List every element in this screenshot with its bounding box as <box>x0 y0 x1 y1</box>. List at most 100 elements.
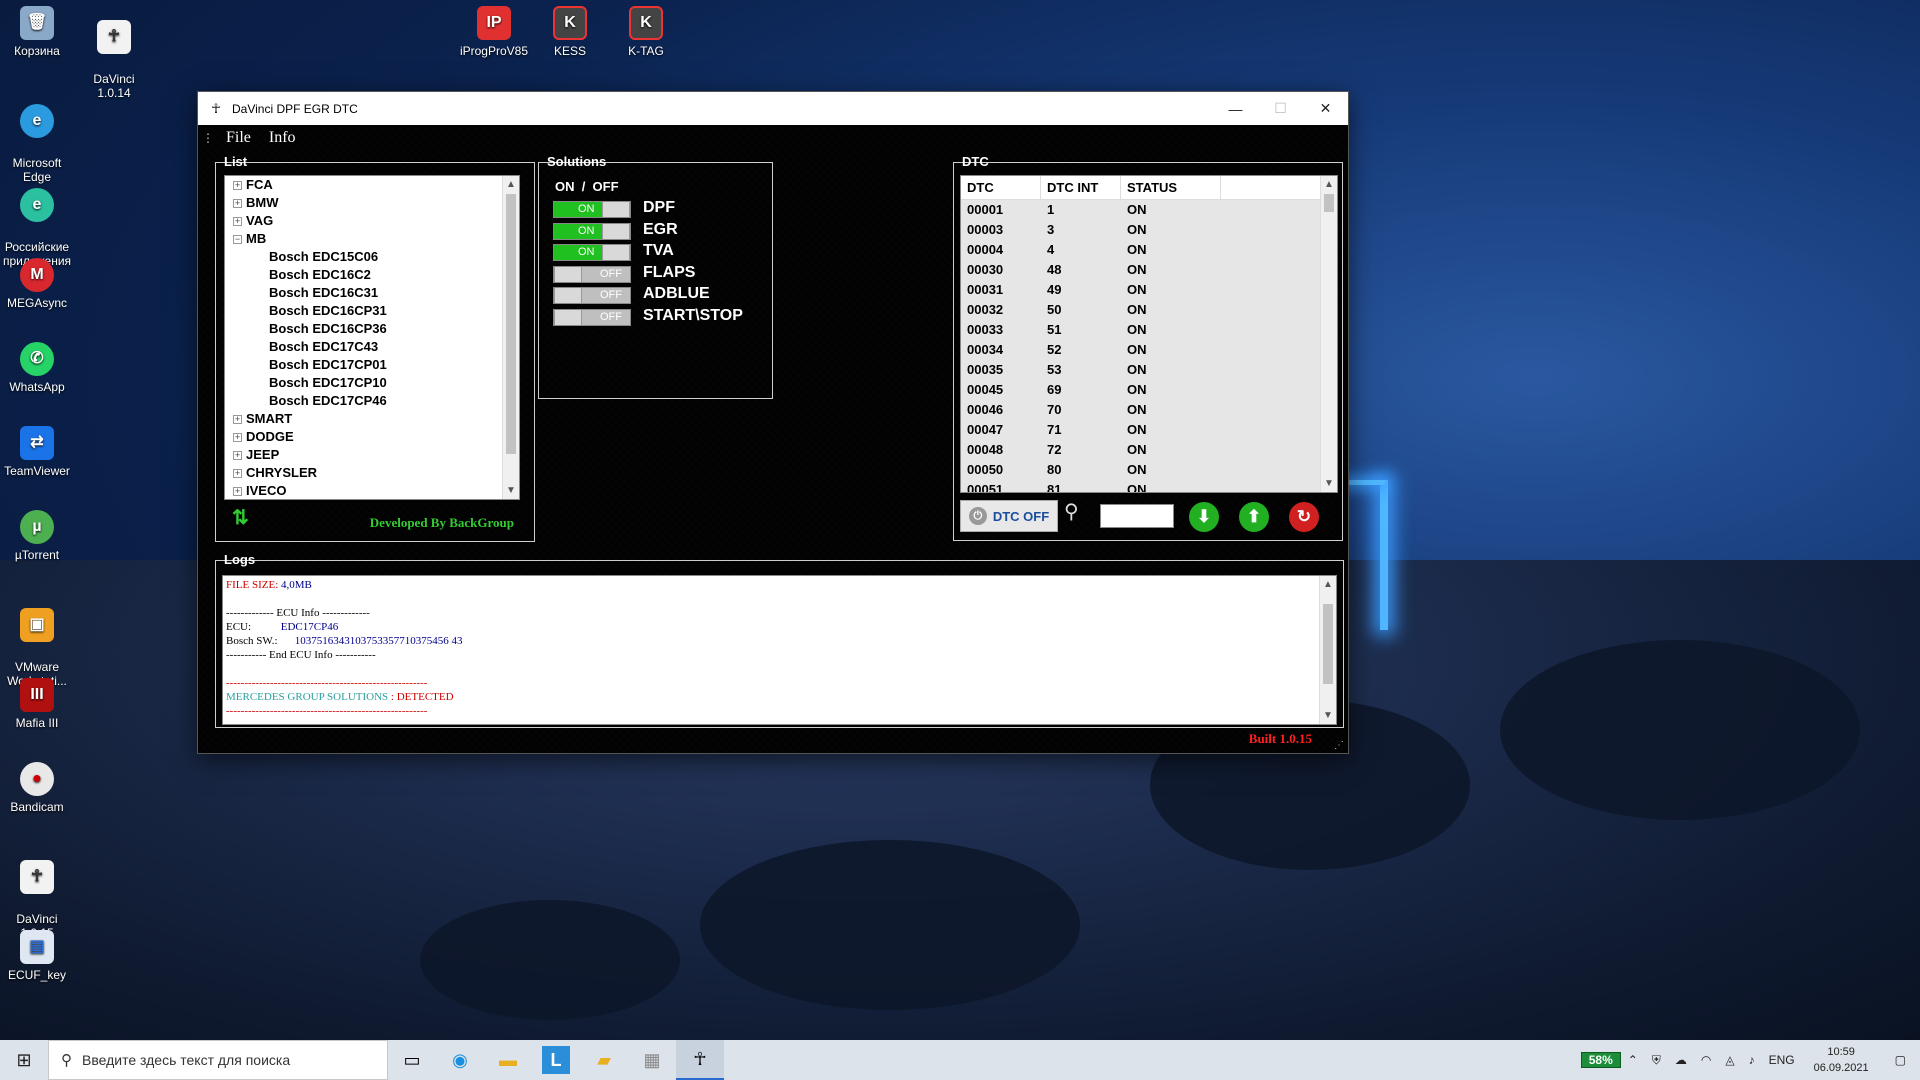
table-row[interactable]: 00034 52 ON <box>961 340 1337 360</box>
launcher-l-icon[interactable]: L <box>542 1046 570 1074</box>
title-bar[interactable]: ☥ DaVinci DPF EGR DTC — ☐ ✕ <box>198 92 1348 125</box>
desktop-icon-ecuf-key[interactable]: ▤ ECUF_key <box>0 930 79 982</box>
table-row[interactable]: 00045 69 ON <box>961 380 1337 400</box>
desktop-icon-davinci-1014[interactable]: ☥ DaVinci 1.0.14 <box>72 6 156 114</box>
logs-panel[interactable]: FILE SIZE: 4,0MB ------------- ECU Info … <box>222 575 1337 725</box>
scroll-thumb[interactable] <box>1323 604 1333 684</box>
battery-indicator[interactable]: 58% <box>1580 1052 1621 1068</box>
tree-item-brand[interactable]: + FCA <box>225 176 519 194</box>
expand-icon[interactable]: + <box>233 217 242 227</box>
table-row[interactable]: 00032 50 ON <box>961 300 1337 320</box>
expand-icon[interactable]: + <box>233 433 242 443</box>
desktop-icon-whatsapp[interactable]: ✆ WhatsApp <box>0 342 79 394</box>
tree-item-brand[interactable]: + JEEP <box>225 446 519 464</box>
expand-icon[interactable]: + <box>233 415 242 425</box>
col-status[interactable]: STATUS <box>1121 176 1221 199</box>
dtc-scrollbar[interactable]: ▲ ▼ <box>1320 176 1337 492</box>
expand-icon[interactable]: + <box>233 181 242 191</box>
tree-item-ecu[interactable]: Bosch EDC17CP46 <box>225 392 519 410</box>
desktop-icon-utorrent[interactable]: µ µTorrent <box>0 510 79 562</box>
tree-item-brand[interactable]: + BMW <box>225 194 519 212</box>
tree-item-brand[interactable]: + DODGE <box>225 428 519 446</box>
scroll-down-icon[interactable]: ▼ <box>1321 475 1337 492</box>
ecu-tree[interactable]: + FCA + BMW + VAG − MB Bosch EDC15C06 Bosch EDC16… <box>224 175 520 500</box>
col-dtc-int[interactable]: DTC INT <box>1041 176 1121 199</box>
table-row[interactable]: 00003 3 ON <box>961 220 1337 240</box>
scroll-down-icon[interactable]: ▼ <box>503 482 519 499</box>
toggle-dpf[interactable]: ON <box>553 201 631 218</box>
table-row[interactable]: 00033 51 ON <box>961 320 1337 340</box>
tree-item-ecu[interactable]: Bosch EDC17CP10 <box>225 374 519 392</box>
resize-grip-icon[interactable]: ⋰ <box>1334 740 1344 751</box>
tree-item-ecu[interactable]: Bosch EDC17CP01 <box>225 356 519 374</box>
table-row[interactable]: 00031 49 ON <box>961 280 1337 300</box>
table-row[interactable]: 00030 48 ON <box>961 260 1337 280</box>
export-up-icon[interactable]: ⬆ <box>1239 502 1269 532</box>
desktop-icon-megasync[interactable]: M MEGAsync <box>0 258 79 310</box>
refresh-icon[interactable]: ↻ <box>1289 502 1319 532</box>
table-row[interactable]: 00047 71 ON <box>961 420 1337 440</box>
tree-item-ecu[interactable]: Bosch EDC15C06 <box>225 248 519 266</box>
toggle-egr[interactable]: ON <box>553 222 631 240</box>
col-dtc[interactable]: DTC <box>961 176 1041 199</box>
table-row[interactable]: 00050 80 ON <box>961 460 1337 480</box>
davinci-icon[interactable]: ☥ <box>676 1040 724 1080</box>
desktop-icon-kess[interactable]: K KESS <box>528 6 612 58</box>
scroll-thumb[interactable] <box>1324 194 1334 212</box>
desktop-icon-iprog[interactable]: IP iProgProV85 <box>452 6 536 58</box>
collapse-icon[interactable]: − <box>233 235 242 245</box>
scroll-up-icon[interactable]: ▲ <box>503 176 519 193</box>
scroll-down-icon[interactable]: ▼ <box>1320 707 1336 724</box>
app-icon[interactable]: ▦ <box>628 1040 676 1080</box>
sort-icon[interactable]: ⇅ <box>232 505 249 530</box>
toggle-start-stop[interactable]: OFF <box>553 308 631 326</box>
tree-item-ecu[interactable]: Bosch EDC16C2 <box>225 266 519 284</box>
tree-item-ecu[interactable]: Bosch EDC17C43 <box>225 338 519 356</box>
tree-item-brand[interactable]: + CHRYSLER <box>225 464 519 482</box>
menu-info[interactable]: Info <box>269 129 296 147</box>
clock[interactable]: 10:59 06.09.2021 <box>1802 1044 1881 1076</box>
language-indicator[interactable]: ENG <box>1762 1053 1802 1067</box>
volume-icon[interactable]: ♪ <box>1742 1053 1762 1067</box>
maximize-icon[interactable]: ☐ <box>1258 92 1303 125</box>
menu-file[interactable]: File <box>226 129 251 147</box>
cloud-icon[interactable]: ☁ <box>1668 1053 1694 1067</box>
dtc-search-input[interactable] <box>1100 504 1174 528</box>
table-row[interactable]: 00004 4 ON <box>961 240 1337 260</box>
expand-icon[interactable]: + <box>233 469 242 479</box>
tree-item-brand[interactable]: − MB <box>225 230 519 248</box>
toggle-adblue[interactable]: OFF <box>553 287 631 304</box>
table-row[interactable]: 00048 72 ON <box>961 440 1337 460</box>
table-row[interactable]: 00001 1 ON <box>961 200 1337 220</box>
edge-icon[interactable]: ◉ <box>436 1040 484 1080</box>
toggle-flaps[interactable]: OFF <box>553 265 631 283</box>
tree-scrollbar[interactable]: ▲ ▼ <box>502 176 519 499</box>
table-row[interactable]: 00035 53 ON <box>961 360 1337 380</box>
tree-item-ecu[interactable]: Bosch EDC16CP31 <box>225 302 519 320</box>
task-view-icon[interactable]: ▭ <box>388 1040 436 1080</box>
tree-item-ecu[interactable]: Bosch EDC16C31 <box>225 284 519 302</box>
scroll-thumb[interactable] <box>506 194 516 454</box>
tree-item-brand[interactable]: + VAG <box>225 212 519 230</box>
expand-icon[interactable]: + <box>233 487 242 497</box>
file-explorer-icon[interactable]: ▬ <box>484 1040 532 1080</box>
taskbar-search[interactable]: ⚲ Введите здесь текст для поиска <box>48 1040 388 1080</box>
tray-expand-icon[interactable]: ⌃ <box>1621 1053 1645 1067</box>
minimize-icon[interactable]: — <box>1213 92 1258 125</box>
desktop-icon-bandicam[interactable]: ● Bandicam <box>0 762 79 814</box>
desktop-icon-ktag[interactable]: K K-TAG <box>604 6 688 58</box>
table-row[interactable]: 00046 70 ON <box>961 400 1337 420</box>
desktop-icon-teamviewer[interactable]: ⇄ TeamViewer <box>0 426 79 478</box>
import-down-icon[interactable]: ⬇ <box>1189 502 1219 532</box>
wifi-icon[interactable]: ◬ <box>1718 1053 1741 1067</box>
logs-scrollbar[interactable]: ▲ ▼ <box>1319 576 1336 724</box>
network-icon[interactable]: ◠ <box>1694 1053 1718 1067</box>
scroll-up-icon[interactable]: ▲ <box>1321 176 1337 193</box>
scroll-up-icon[interactable]: ▲ <box>1320 576 1336 593</box>
tree-item-brand[interactable]: + SMART <box>225 410 519 428</box>
expand-icon[interactable]: + <box>233 451 242 461</box>
expand-icon[interactable]: + <box>233 199 242 209</box>
security-icon[interactable]: ⛨ <box>1645 1053 1668 1068</box>
tree-item-ecu[interactable]: Bosch EDC16CP36 <box>225 320 519 338</box>
desktop-icon-recycle-bin[interactable]: 🗑 Корзина <box>0 6 79 58</box>
